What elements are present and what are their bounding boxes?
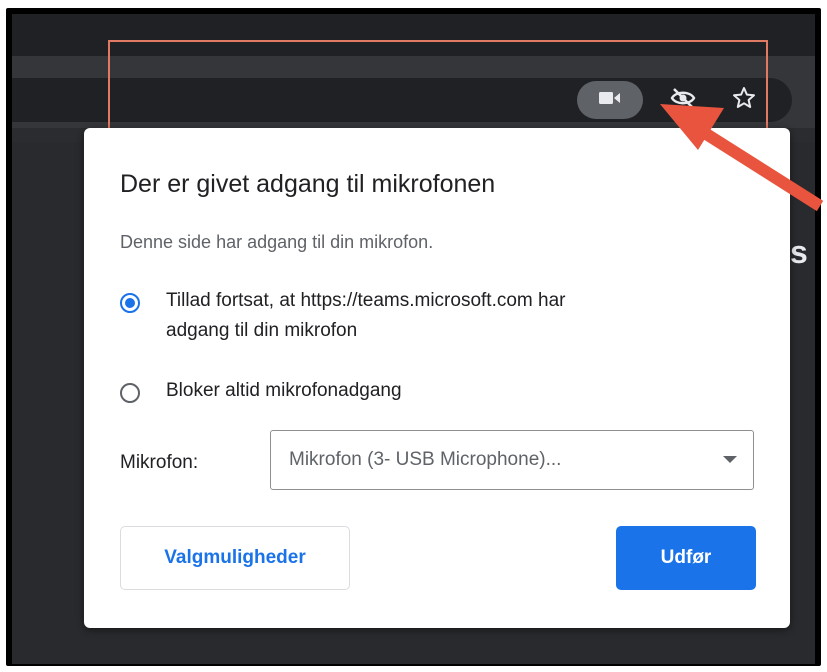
microphone-select[interactable]: Mikrofon (3- USB Microphone)... [270,430,754,490]
dialog-title: Der er givet adgang til mikrofonen [120,170,496,198]
dialog-description: Denne side har adgang til din mikrofon. [120,232,434,252]
annotation-highlight-box [108,40,768,137]
options-button[interactable]: Valgmuligheder [120,526,350,590]
page-content-fragment: s [790,234,808,270]
chevron-down-icon [723,456,737,463]
radio-button-unchecked[interactable] [120,383,140,403]
done-button[interactable]: Udfør [616,526,756,590]
microphone-permission-dialog: Der er givet adgang til mikrofonen Denne… [84,128,790,628]
microphone-label: Mikrofon: [120,452,199,473]
radio-option-allow-label: Tillad fortsat, at https://teams.microso… [166,290,566,341]
radio-option-allow[interactable]: Tillad fortsat, at https://teams.microso… [120,290,565,346]
radio-option-block-label: Bloker altid mikrofonadgang [166,380,402,401]
radio-button-checked[interactable] [120,293,140,313]
radio-option-block[interactable]: Bloker altid mikrofonadgang [120,380,402,406]
microphone-select-value: Mikrofon (3- USB Microphone)... [289,449,562,470]
